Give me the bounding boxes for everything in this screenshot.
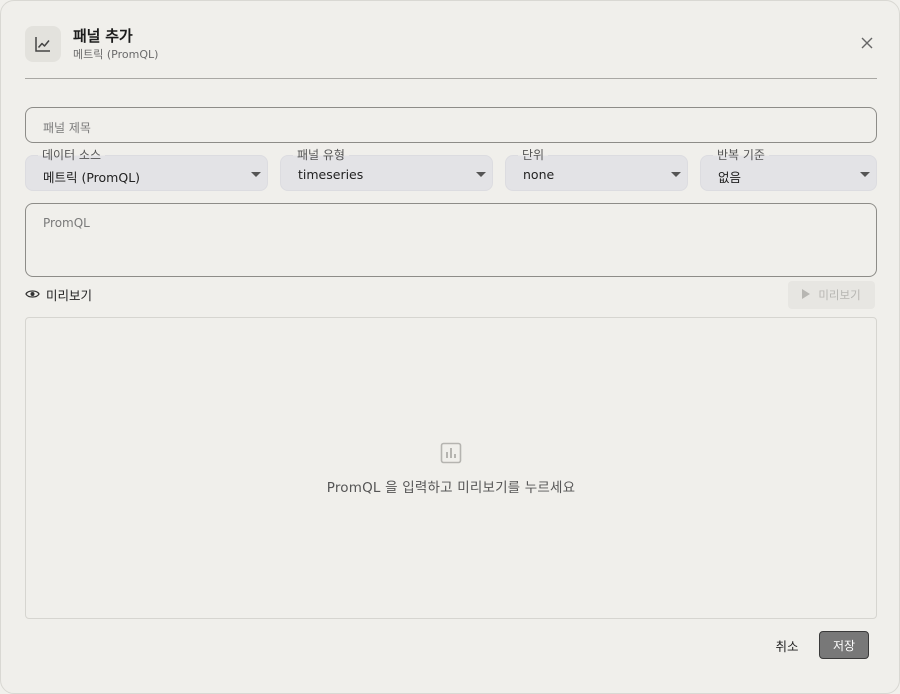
- repeat-label: 반복 기준: [713, 148, 769, 162]
- dialog-subtitle: 메트릭 (PromQL): [73, 48, 159, 61]
- cancel-button[interactable]: 취소: [765, 631, 809, 659]
- panel-type-select[interactable]: 패널 유형 timeseries: [280, 148, 493, 191]
- panel-title-placeholder: 패널 제목: [43, 121, 91, 135]
- dialog-title: 패널 추가: [73, 27, 133, 45]
- unit-select[interactable]: 단위 none: [505, 148, 688, 191]
- datasource-value: 메트릭 (PromQL): [43, 170, 141, 185]
- eye-icon: [25, 285, 40, 304]
- play-icon: [802, 288, 811, 302]
- empty-state-message: PromQL 을 입력하고 미리보기를 누르세요: [326, 480, 576, 496]
- save-button[interactable]: 저장: [819, 631, 869, 659]
- repeat-select[interactable]: 반복 기준 없음: [700, 148, 877, 191]
- panel-type-value: timeseries: [298, 167, 364, 182]
- chevron-down-icon: [671, 172, 681, 177]
- header-divider: [25, 78, 877, 79]
- preview-section-header: 미리보기: [25, 285, 93, 304]
- unit-label: 단위: [518, 148, 549, 162]
- promql-input[interactable]: PromQL: [25, 203, 877, 277]
- preview-area: PromQL 을 입력하고 미리보기를 누르세요: [25, 317, 877, 619]
- datasource-select[interactable]: 데이터 소스 메트릭 (PromQL): [25, 148, 268, 191]
- repeat-value: 없음: [718, 170, 742, 185]
- add-panel-dialog: 패널 추가 메트릭 (PromQL) 패널 제목 데이터 소스 메트릭 (Pro…: [0, 0, 900, 694]
- chevron-down-icon: [476, 172, 486, 177]
- unit-value: none: [523, 167, 555, 182]
- run-preview-button[interactable]: 미리보기: [788, 281, 875, 309]
- panel-title-input[interactable]: 패널 제목: [25, 107, 877, 143]
- promql-placeholder: PromQL: [43, 216, 90, 230]
- chevron-down-icon: [251, 172, 261, 177]
- line-chart-icon: [25, 26, 61, 62]
- run-preview-label: 미리보기: [818, 288, 861, 302]
- datasource-label: 데이터 소스: [38, 148, 106, 162]
- panel-type-label: 패널 유형: [293, 148, 349, 162]
- preview-section-label: 미리보기: [46, 287, 93, 303]
- bar-chart-icon: [440, 442, 462, 464]
- close-icon[interactable]: [859, 35, 875, 51]
- chevron-down-icon: [860, 172, 870, 177]
